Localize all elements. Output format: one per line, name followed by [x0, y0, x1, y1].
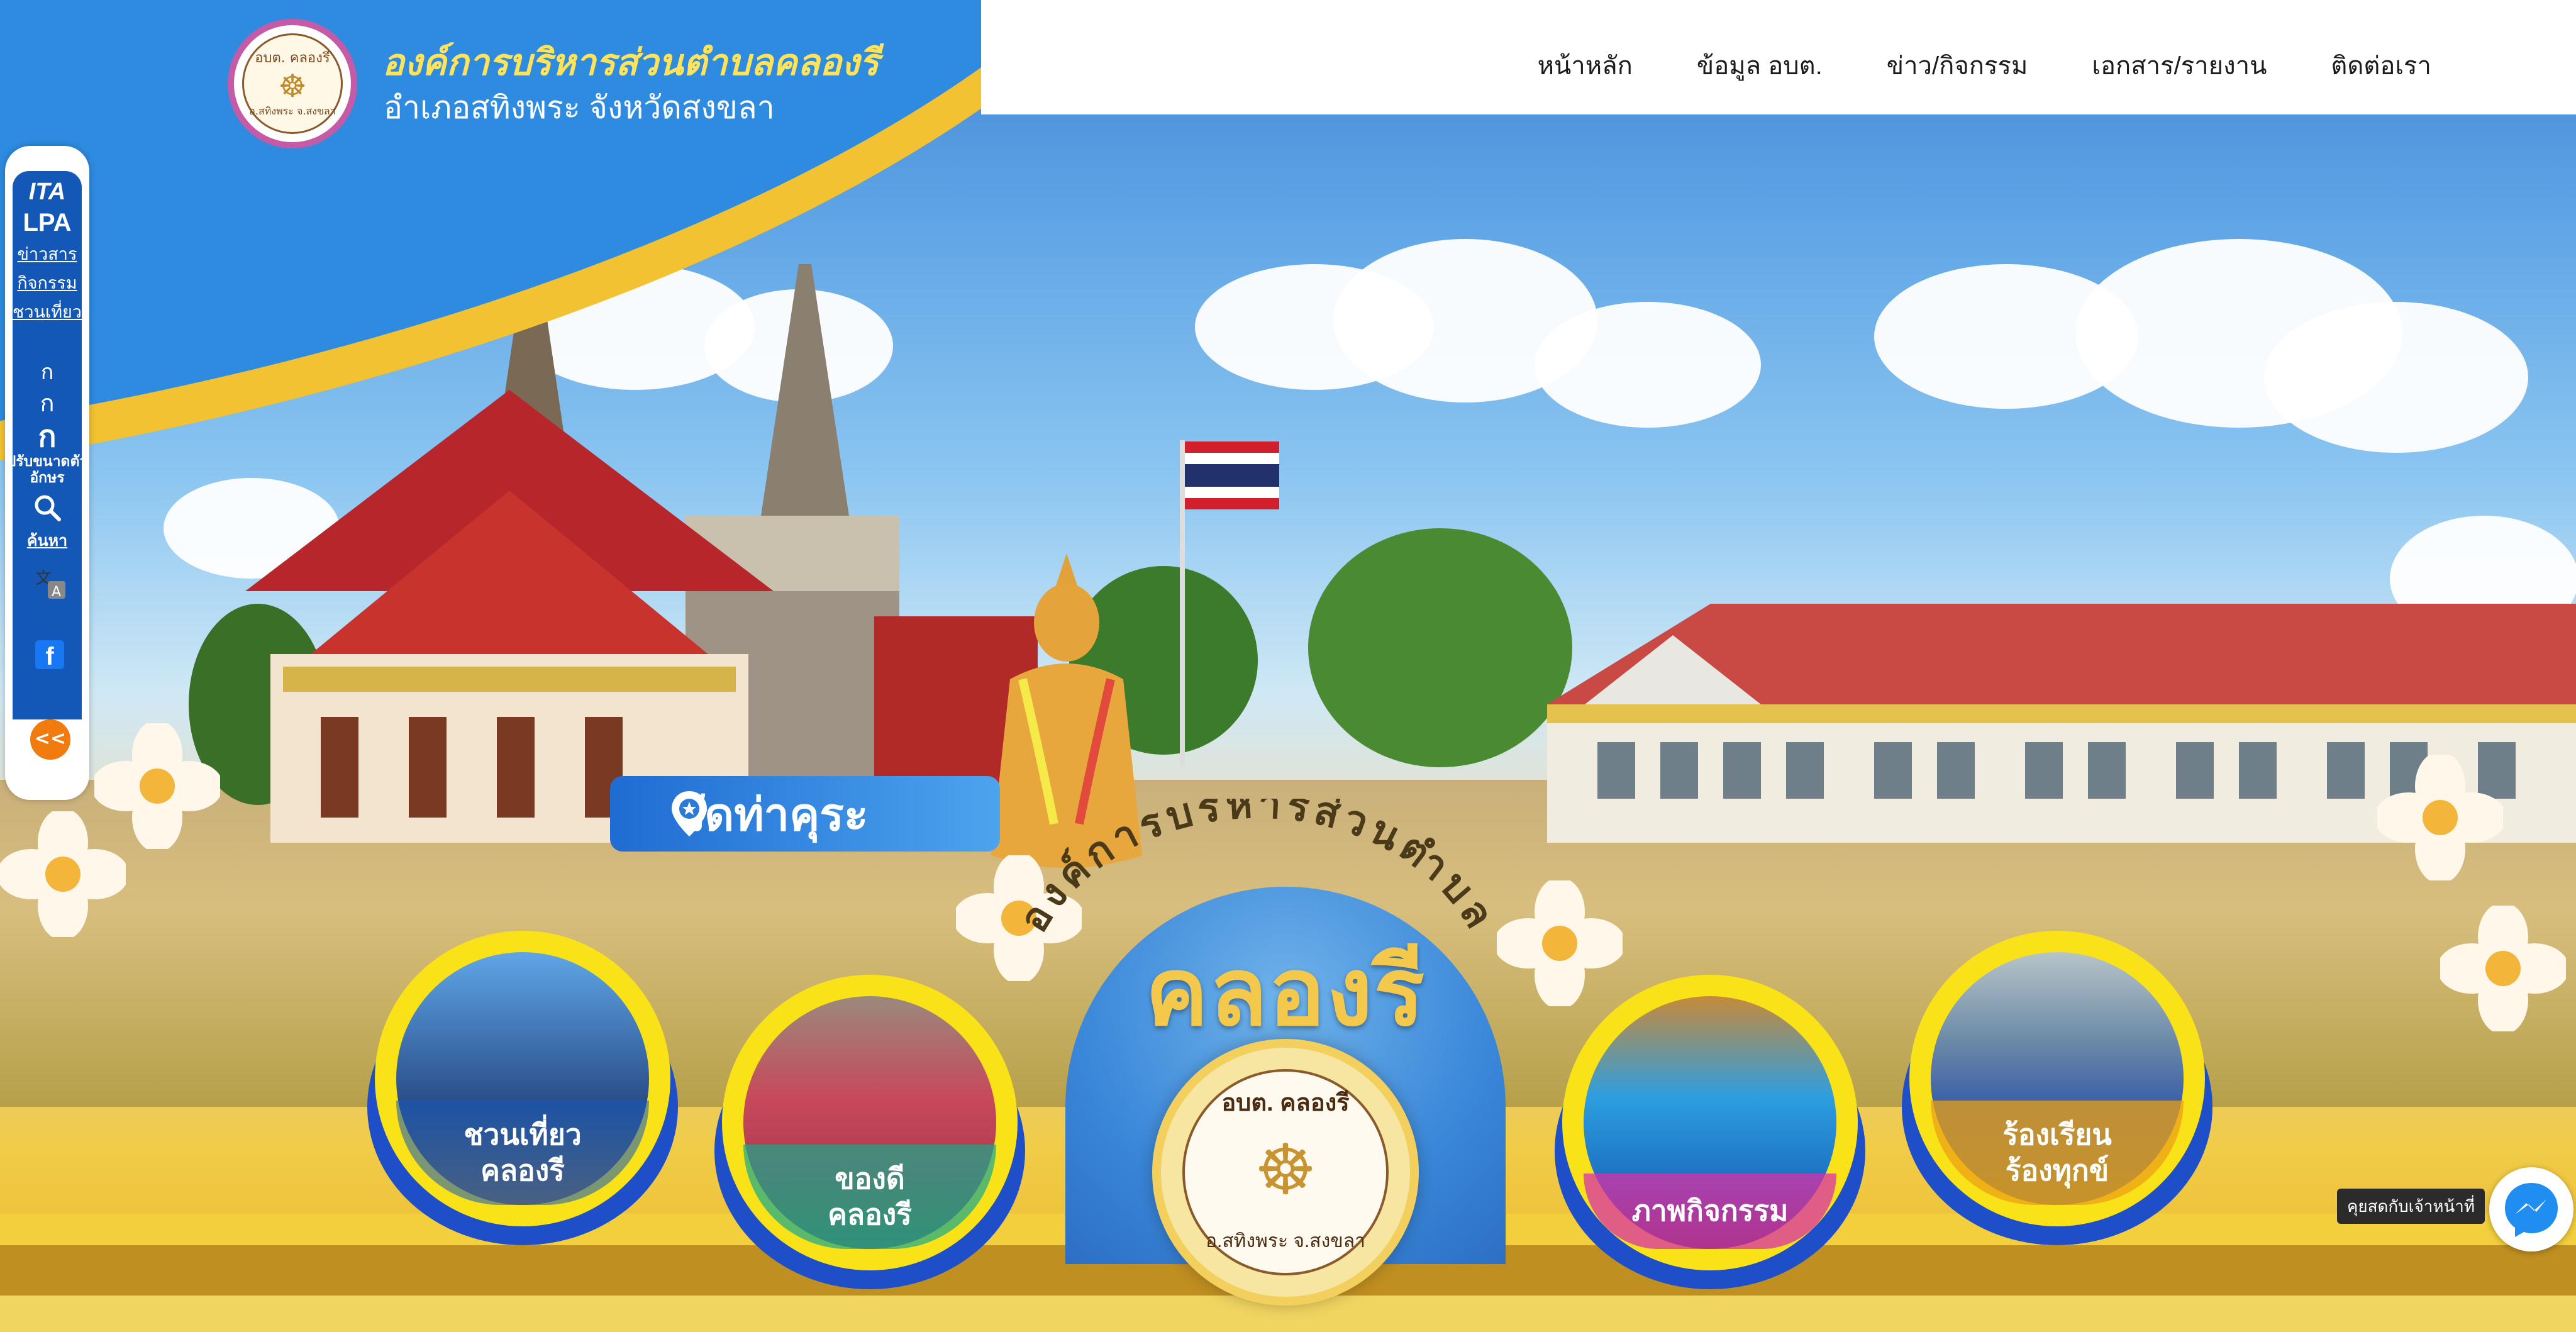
facebook-icon[interactable]: f [35, 640, 64, 670]
nav-about[interactable]: ข้อมูล อบต. [1697, 45, 1823, 86]
place-label: วัดท่าคุระ [610, 776, 1000, 852]
translate-icon[interactable]: 文 A [34, 567, 67, 600]
quick-link-travel[interactable]: ชวนเที่ยว คลองรี [367, 931, 678, 1245]
quick-link-label-2: คลองรี [828, 1198, 912, 1231]
quick-link-label-1: ร้องเรียน [2002, 1118, 2112, 1151]
sidebar-link-news[interactable]: ข่าวสาร [5, 240, 89, 267]
org-district: อำเภอสทิงพระ จังหวัดสงขลา [384, 90, 775, 125]
quick-link-products[interactable]: ของดี คลองรี [714, 975, 1025, 1289]
frangipani-flower [94, 723, 220, 849]
seal-buddha-icon: ☸ [1254, 1129, 1317, 1210]
quick-link-activities[interactable]: ภาพกิจกรรม [1555, 975, 1865, 1289]
accessibility-sidebar: ITA LPA ข่าวสาร กิจกรรม ชวนเที่ยว ก ก ก … [5, 146, 89, 800]
thai-flag [1185, 441, 1279, 509]
logo-text-bottom: อ.สทิงพระ จ.สงขลา [249, 104, 336, 117]
svg-text:A: A [52, 584, 61, 600]
font-size-label: ปรับขนาดตัวอักษร [6, 453, 88, 486]
flag-pole [1180, 440, 1185, 767]
search-icon[interactable] [5, 493, 89, 525]
quick-link-label-2: คลองรี [480, 1154, 565, 1187]
seal-top-text: อบต. คลองรี [1221, 1090, 1350, 1116]
messenger-icon [2505, 1183, 2558, 1237]
sidebar-link-travel[interactable]: ชวนเที่ยว [5, 298, 89, 325]
buddha-icon: ☸ [278, 67, 307, 104]
center-seal[interactable]: อบต. คลองรี ☸ อ.สทิงพระ จ.สงขลา [1152, 1039, 1419, 1306]
quick-link-caption: ภาพกิจกรรม [1584, 1174, 1836, 1249]
nav-home[interactable]: หน้าหลัก [1538, 45, 1633, 86]
tree [1308, 528, 1572, 767]
quick-link-complaints[interactable]: ร้องเรียน ร้องทุกข์ [1902, 931, 2212, 1245]
lpa-link[interactable]: LPA [5, 209, 89, 237]
main-nav: หน้าหลัก ข้อมูล อบต. ข่าว/กิจกรรม เอกสาร… [1538, 45, 2431, 86]
quick-link-label-1: ภาพกิจกรรม [1631, 1194, 1789, 1228]
location-pin-icon [672, 791, 707, 836]
logo-seal: อบต. คลองรี ☸ อ.สทิงพระ จ.สงขลา [242, 33, 343, 134]
live-chat-label[interactable]: คุยสดกับเจ้าหน้าที่ [2337, 1189, 2485, 1224]
nav-news[interactable]: ข่าว/กิจกรรม [1887, 45, 2028, 86]
search-label[interactable]: ค้นหา [5, 528, 89, 553]
nav-contact[interactable]: ติดต่อเรา [2331, 45, 2431, 86]
collapse-sidebar-button[interactable]: << [30, 719, 70, 760]
cloud [1535, 302, 1761, 428]
seal-bottom-text: อ.สทิงพระ จ.สงขลา [1205, 1231, 1366, 1252]
frangipani-flower [2440, 906, 2566, 1031]
sidebar-link-activities[interactable]: กิจกรรม [5, 269, 89, 296]
frangipani-flower [2377, 755, 2503, 880]
org-logo[interactable]: อบต. คลองรี ☸ อ.สทิงพระ จ.สงขลา [228, 19, 357, 148]
quick-link-label-2: ร้องทุกข์ [2005, 1154, 2109, 1187]
cloud [2264, 302, 2528, 453]
quick-link-label-1: ชวนเที่ยว [464, 1118, 582, 1151]
quick-link-label-1: ของดี [835, 1162, 905, 1195]
ita-link[interactable]: ITA [5, 179, 89, 206]
nav-documents[interactable]: เอกสาร/รายงาน [2092, 45, 2267, 86]
top-nav-bar: หน้าหลัก ข้อมูล อบต. ข่าว/กิจกรรม เอกสาร… [981, 0, 2576, 114]
logo-text-top: อบต. คลองรี [255, 50, 330, 67]
messenger-chat-button[interactable] [2489, 1167, 2573, 1252]
